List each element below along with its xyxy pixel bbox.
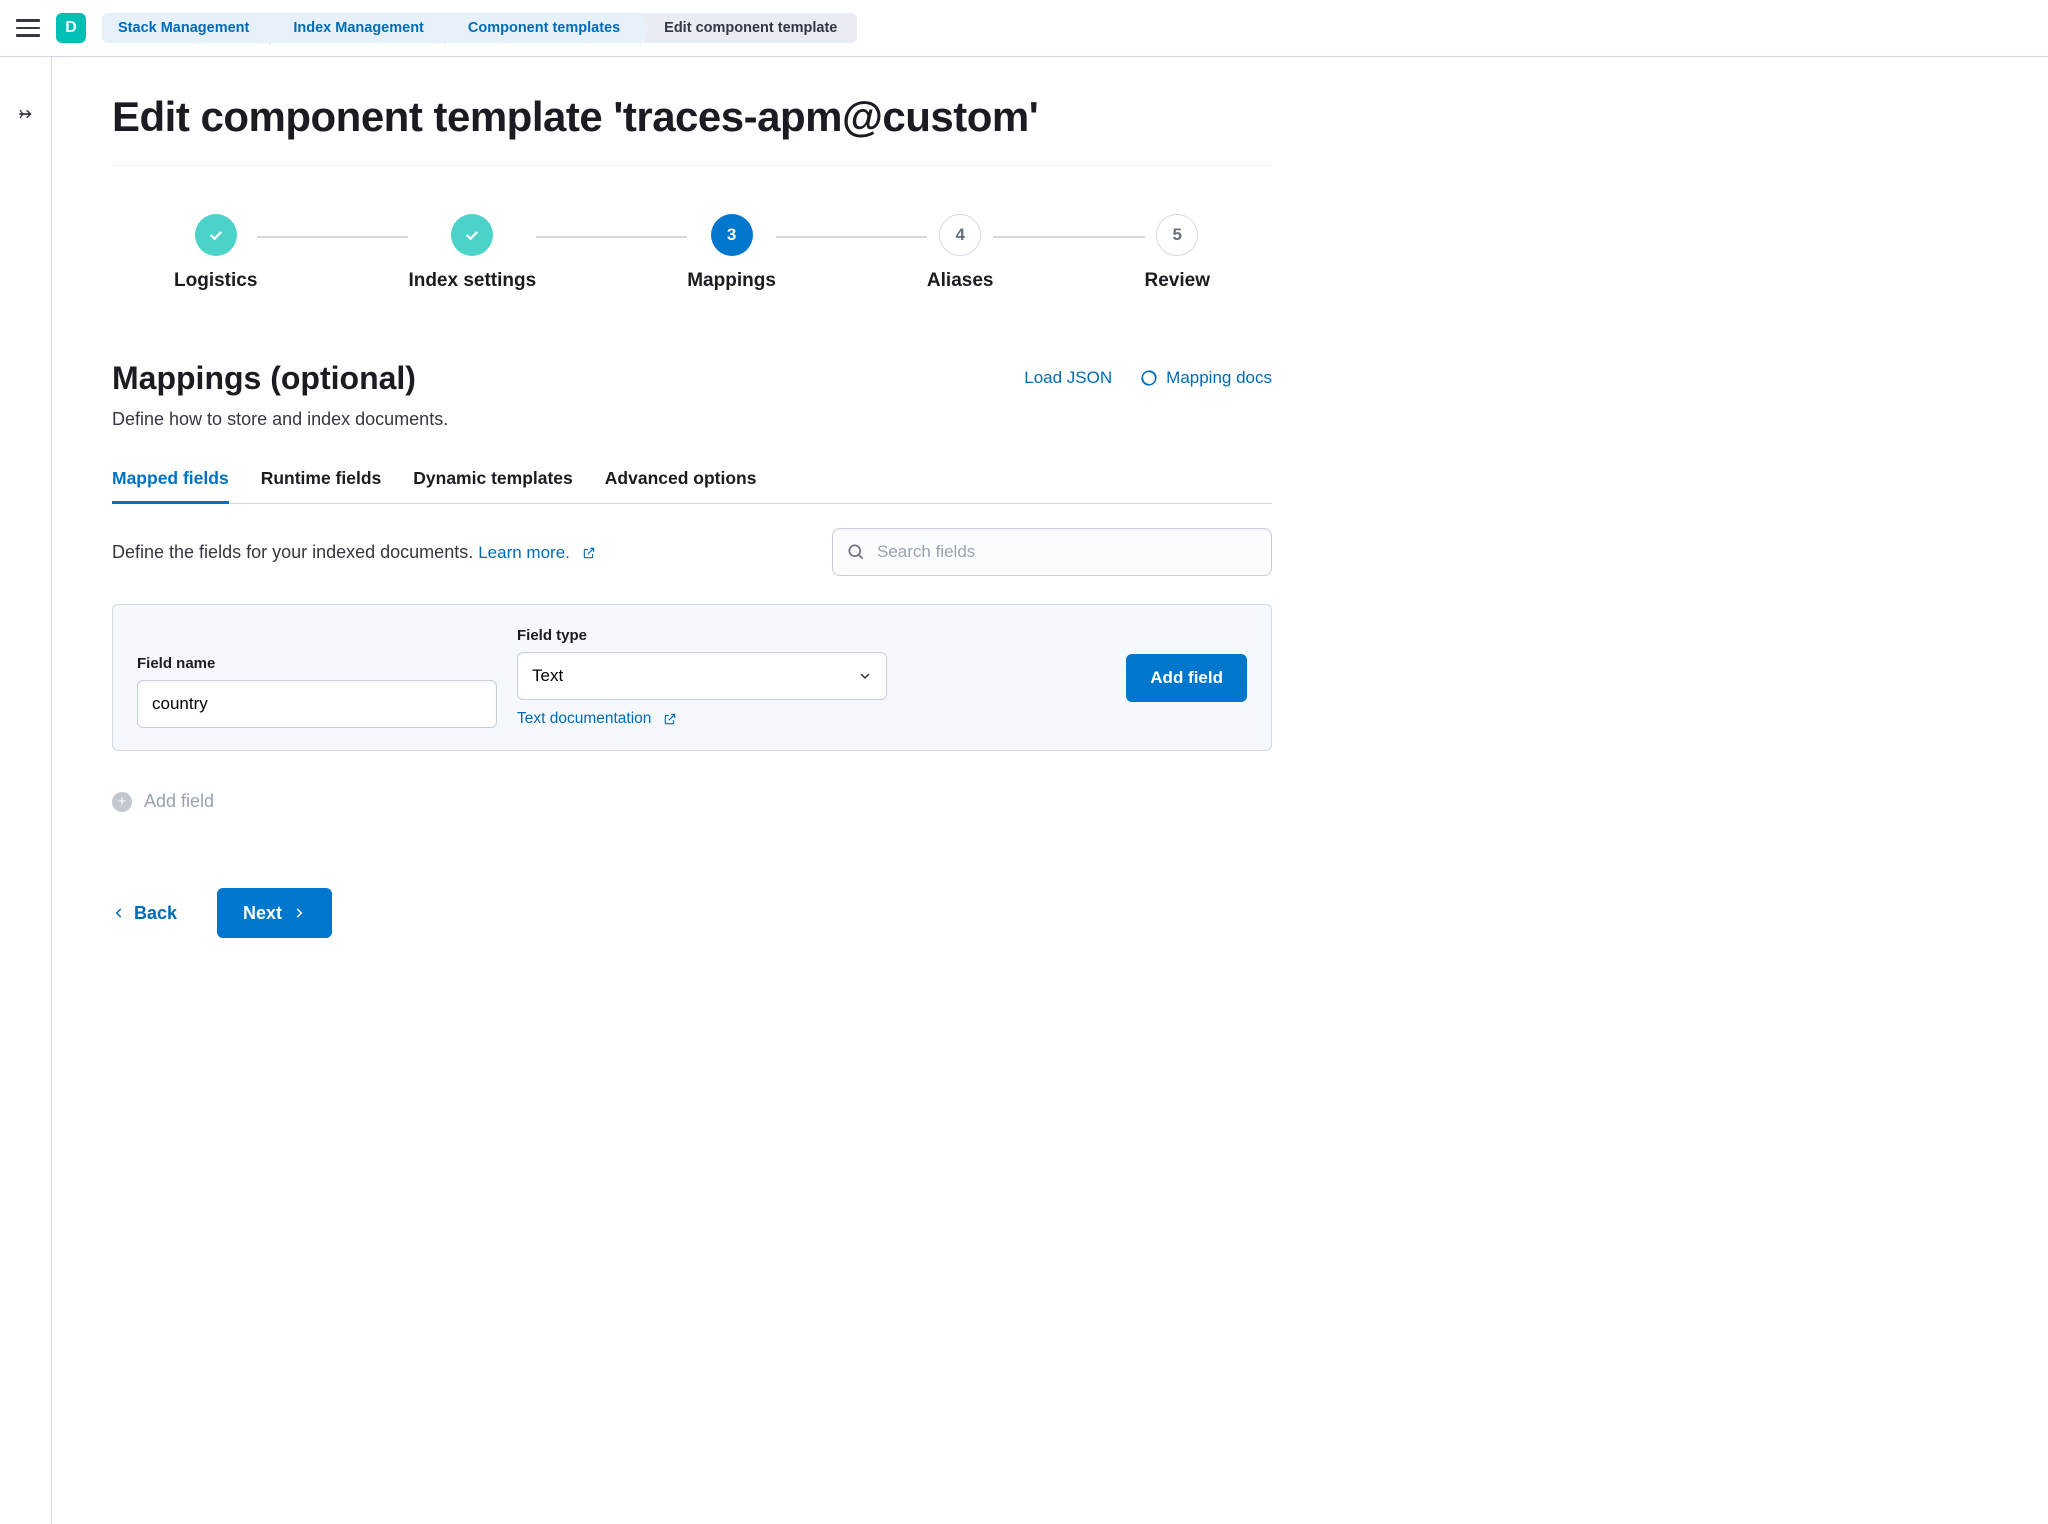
external-link-icon [663, 712, 677, 726]
step-connector [536, 236, 687, 238]
tabs: Mapped fields Runtime fields Dynamic tem… [112, 458, 1272, 504]
expand-sidebar-icon[interactable] [17, 105, 35, 123]
chevron-left-icon [112, 906, 126, 920]
learn-more-link[interactable]: Learn more. [478, 543, 596, 563]
step-label: Logistics [174, 270, 257, 292]
app-logo[interactable]: D [56, 13, 86, 43]
breadcrumb-index-management[interactable]: Index Management [269, 13, 444, 43]
divider [112, 165, 1272, 166]
wizard-stepper: Logistics Index settings 3 Mappings 4 Al… [174, 214, 1210, 292]
section-subtitle: Define how to store and index documents. [112, 409, 1272, 430]
new-field-panel: Field name Field type Text documentation… [112, 604, 1272, 751]
check-icon [207, 226, 225, 244]
back-button[interactable]: Back [112, 903, 177, 924]
add-field-button[interactable]: Add field [1126, 654, 1247, 702]
step-number: 3 [711, 214, 753, 256]
step-index-settings[interactable]: Index settings [408, 214, 536, 292]
breadcrumb: Stack Management Index Management Compon… [102, 13, 857, 43]
step-logistics[interactable]: Logistics [174, 214, 257, 292]
field-name-label: Field name [137, 655, 497, 672]
search-fields-input[interactable] [832, 528, 1272, 576]
mapping-docs-label: Mapping docs [1166, 368, 1272, 388]
step-label: Mappings [687, 270, 776, 292]
add-field-ghost-label: Add field [144, 791, 214, 812]
step-review[interactable]: 5 Review [1145, 214, 1210, 292]
step-aliases[interactable]: 4 Aliases [927, 214, 994, 292]
step-number: 4 [939, 214, 981, 256]
mapping-docs-link[interactable]: Mapping docs [1140, 368, 1272, 388]
page-title: Edit component template 'traces-apm@cust… [112, 93, 1272, 141]
search-icon [846, 542, 866, 562]
next-button[interactable]: Next [217, 888, 332, 938]
field-type-select[interactable] [517, 652, 887, 700]
add-field-ghost-button[interactable]: + Add field [112, 791, 1272, 812]
step-connector [776, 236, 927, 238]
breadcrumb-component-templates[interactable]: Component templates [444, 13, 640, 43]
breadcrumb-current: Edit component template [640, 13, 857, 43]
menu-icon[interactable] [16, 16, 40, 40]
tab-dynamic-templates[interactable]: Dynamic templates [413, 458, 573, 503]
step-label: Aliases [927, 270, 994, 292]
load-json-link[interactable]: Load JSON [1024, 368, 1112, 388]
field-type-label: Field type [517, 627, 887, 644]
external-link-icon [582, 546, 596, 560]
text-documentation-link[interactable]: Text documentation [517, 710, 887, 728]
tab-mapped-fields[interactable]: Mapped fields [112, 458, 229, 503]
step-mappings[interactable]: 3 Mappings [687, 214, 776, 292]
tab-advanced-options[interactable]: Advanced options [605, 458, 757, 503]
check-icon [463, 226, 481, 244]
lifecycle-icon [1140, 369, 1158, 387]
section-title: Mappings (optional) [112, 360, 416, 397]
main-content: Edit component template 'traces-apm@cust… [52, 57, 1332, 1524]
plus-icon: + [112, 792, 132, 812]
step-label: Review [1145, 270, 1210, 292]
chevron-right-icon [292, 906, 306, 920]
step-connector [257, 236, 408, 238]
step-label: Index settings [408, 270, 536, 292]
side-rail [0, 57, 52, 1524]
define-text: Define the fields for your indexed docum… [112, 542, 596, 563]
step-connector [993, 236, 1144, 238]
breadcrumb-stack-management[interactable]: Stack Management [102, 13, 269, 43]
topbar: D Stack Management Index Management Comp… [0, 0, 2048, 57]
field-name-input[interactable] [137, 680, 497, 728]
tab-runtime-fields[interactable]: Runtime fields [261, 458, 382, 503]
step-number: 5 [1156, 214, 1198, 256]
